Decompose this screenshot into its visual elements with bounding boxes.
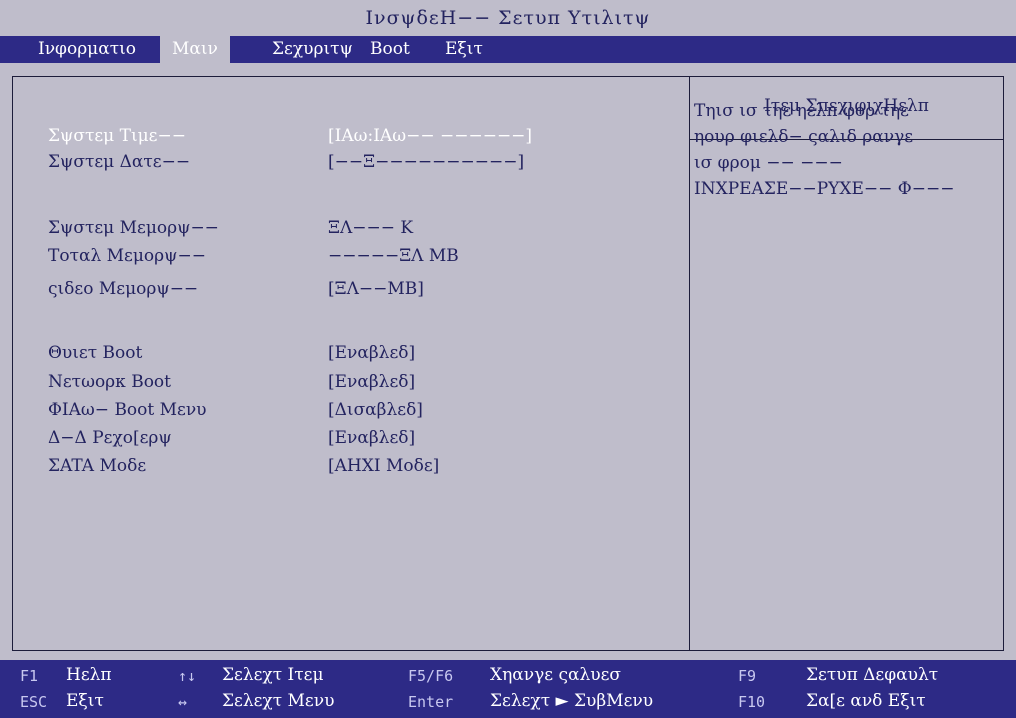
system-date-label[interactable]: Σψστεμ Δατε−−	[48, 152, 190, 172]
panel-divider	[689, 77, 690, 650]
menu-bar: Ινφορματιο Μαιν Σεχυριτψ Boot Εξιτ	[0, 36, 1016, 63]
sata-mode-value[interactable]: [AHXI Μοδε]	[328, 456, 439, 476]
menu-information[interactable]: Ινφορματιο	[38, 36, 136, 63]
key-f1-desc: Ηελπ	[66, 665, 112, 685]
quiet-boot-value[interactable]: [Εναβλεδ]	[328, 343, 415, 363]
video-memory-value[interactable]: [ΞΛ−−MB]	[328, 279, 424, 299]
key-f5-f6: F5/F6	[408, 667, 454, 685]
help-text: Τηισ ισ τηε ηελπ φορ τηε ηουρ φιελδ− ςαλ…	[694, 98, 984, 202]
key-f9-desc: Σετυπ Δεφαυλτ	[806, 665, 939, 685]
total-memory-label: Τοταλ Μεμορψ−−	[48, 246, 206, 266]
d2d-recovery-label[interactable]: Δ−Δ Ρεχο[ερψ	[48, 428, 172, 448]
key-f5-f6-desc: Χηανγε ςαλυεσ	[490, 665, 621, 685]
network-boot-value[interactable]: [Εναβλεδ]	[328, 372, 415, 392]
key-leftright-desc: Σελεχτ Μενυ	[222, 691, 335, 711]
f12-boot-menu-value[interactable]: [Δισαβλεδ]	[328, 400, 423, 420]
key-f10: F10	[738, 693, 766, 711]
key-help-bar: F1 Ηελπ ↑↓ Σελεχτ Ιτεμ F5/F6 Χηανγε ςαλυ…	[0, 660, 1016, 718]
system-date-value[interactable]: [−−Ξ−−−−−−−−−−]	[328, 152, 524, 172]
menu-main[interactable]: Μαιν	[160, 36, 230, 63]
up-down-arrow-icon: ↑↓	[178, 667, 197, 685]
window-title: ΙνσψδεΗ−− Σετυπ Υτιλιτψ	[0, 0, 1016, 36]
left-right-arrow-icon: ↔	[178, 693, 188, 711]
key-esc-desc: Εξιτ	[66, 691, 104, 711]
system-time-label[interactable]: Σψστεμ Τιμε−−	[48, 126, 186, 146]
help-line: INXPEAΣΕ−−ΡΥΧΕ−− Φ−−−	[694, 179, 955, 199]
key-enter: Enter	[408, 693, 454, 711]
menu-security[interactable]: Σεχυριτψ	[272, 36, 353, 63]
system-memory-value: ΞΛ−−− K	[328, 218, 414, 238]
key-updown-desc: Σελεχτ Ιτεμ	[222, 665, 324, 685]
total-memory-value: −−−−−ΞΛ MB	[328, 246, 459, 266]
system-memory-label: Σψστεμ Μεμορψ−−	[48, 218, 219, 238]
key-esc: ESC	[20, 693, 48, 711]
key-f1: F1	[20, 667, 39, 685]
f12-boot-menu-label[interactable]: ΦΙΑω− Boot Μενυ	[48, 400, 207, 420]
d2d-recovery-value[interactable]: [Εναβλεδ]	[328, 428, 415, 448]
key-f9: F9	[738, 667, 757, 685]
quiet-boot-label[interactable]: Θυιετ Boot	[48, 343, 142, 363]
menu-boot[interactable]: Boot	[370, 36, 410, 63]
sata-mode-label[interactable]: ΣATA Μοδε	[48, 456, 146, 476]
system-time-value[interactable]: [ΙΑω:ΙΑω−− −−−−−−]	[328, 126, 532, 146]
help-line: Τηισ ισ τηε ηελπ φορ τηε	[694, 101, 909, 121]
network-boot-label[interactable]: Νετωορκ Boot	[48, 372, 171, 392]
key-f10-desc: Σα[ε ανδ Εξιτ	[806, 691, 926, 711]
help-line: ισ φρομ −− −−−	[694, 153, 843, 173]
key-enter-desc: Σελεχτ ► ΣυβΜενυ	[490, 691, 654, 711]
help-line: ηουρ φιελδ− ςαλιδ ρανγε	[694, 127, 914, 147]
menu-exit[interactable]: Εξιτ	[445, 36, 483, 63]
video-memory-label[interactable]: ςιδεο Μεμορψ−−	[48, 279, 198, 299]
